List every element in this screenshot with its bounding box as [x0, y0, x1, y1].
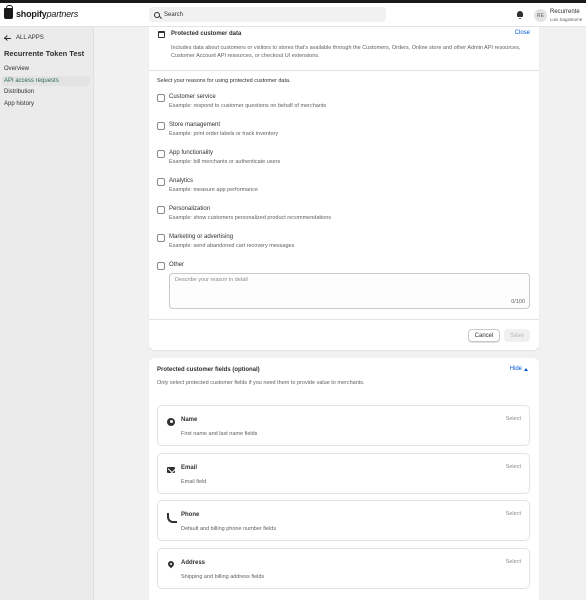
divider — [149, 70, 539, 71]
database-icon — [158, 31, 165, 38]
sidebar-item-distribution[interactable]: Distribution — [2, 87, 90, 97]
field-name: Phone — [181, 512, 200, 518]
mail-icon — [167, 466, 175, 474]
shopify-partners-logo[interactable]: shopifypartners — [4, 5, 79, 19]
protected-customer-data-card: Protected customer data Close Includes d… — [149, 27, 539, 350]
field-select-button[interactable]: Select — [506, 464, 521, 470]
divider — [149, 319, 539, 320]
reason-checkbox[interactable] — [157, 206, 165, 214]
field-card-email[interactable]: Email Email field Select — [157, 453, 530, 494]
reason-example: Example: respond to customer questions o… — [169, 103, 327, 109]
field-select-button[interactable]: Select — [506, 511, 521, 517]
card-title: Protected customer data — [171, 31, 242, 37]
app-title: Recurrente Token Test — [4, 49, 85, 58]
top-bar: shopifypartners Search RE Recurrente Lui… — [0, 3, 586, 27]
avatar[interactable]: RE — [534, 9, 547, 22]
close-link[interactable]: Close — [515, 30, 530, 36]
reason-label[interactable]: Other — [169, 262, 184, 268]
field-card-name[interactable]: Name First name and last name fields Sel… — [157, 405, 530, 446]
other-reason-textarea[interactable]: Describe your reason in detail 0/100 — [169, 273, 530, 309]
reason-checkbox[interactable] — [157, 150, 165, 158]
sidebar-item-app-history[interactable]: App history — [2, 99, 90, 109]
field-select-button[interactable]: Select — [506, 416, 521, 422]
reason-checkbox[interactable] — [157, 122, 165, 130]
character-count: 0/100 — [511, 299, 525, 305]
caret-up-icon — [524, 367, 528, 371]
logo-suffix: partners — [46, 8, 79, 19]
notification-bell-icon[interactable] — [516, 11, 524, 19]
back-link-label: ALL APPS — [16, 35, 44, 41]
arrow-left-icon — [4, 35, 12, 41]
shopify-bag-icon — [4, 5, 13, 19]
reason-label[interactable]: Store management — [169, 122, 220, 128]
reason-checkbox[interactable] — [157, 262, 165, 270]
logo-brand: shopify — [16, 8, 47, 19]
phone-icon — [167, 513, 177, 523]
reason-label[interactable]: Analytics — [169, 178, 193, 184]
field-name: Name — [181, 417, 198, 423]
reason-example: Example: print order labels or track inv… — [169, 131, 279, 137]
reason-label[interactable]: Customer service — [169, 94, 216, 100]
field-name: Address — [181, 560, 206, 566]
reason-label[interactable]: Personalization — [169, 206, 210, 212]
user-name[interactable]: Recurrente — [550, 9, 580, 15]
field-select-button[interactable]: Select — [506, 559, 521, 565]
search-input[interactable]: Search — [149, 7, 386, 22]
reason-label[interactable]: App functionality — [169, 150, 213, 156]
field-description: First name and last name fields — [181, 431, 258, 437]
location-pin-icon — [167, 561, 175, 569]
card-description: Includes data about customers or visitor… — [171, 45, 521, 59]
field-description: Default and billing phone number fields — [181, 526, 277, 532]
field-description: Email field — [181, 479, 207, 485]
field-card-phone[interactable]: Phone Default and billing phone number f… — [157, 500, 530, 541]
hide-label: Hide — [509, 366, 522, 372]
all-apps-back-link[interactable]: ALL APPS — [4, 35, 44, 41]
reason-example: Example: bill merchants or authenticate … — [169, 159, 281, 165]
fields-title: Protected customer fields (optional) — [157, 367, 260, 373]
reasons-title: Select your reasons for using protected … — [157, 78, 291, 84]
save-button[interactable]: Save — [504, 329, 530, 342]
reason-example: Example: measure app performance — [169, 187, 258, 193]
cancel-button[interactable]: Cancel — [468, 329, 500, 342]
sidebar: ALL APPS Recurrente Token Test Overview … — [0, 27, 94, 600]
search-icon — [154, 11, 160, 18]
reason-example: Example: send abandoned cart recovery me… — [169, 243, 295, 249]
hide-toggle[interactable]: Hide — [510, 366, 528, 372]
field-card-address[interactable]: Address Shipping and billing address fie… — [157, 548, 530, 589]
user-subtitle: Luis Sagastume — [550, 17, 583, 22]
fields-description: Only select protected customer fields if… — [157, 380, 365, 386]
field-name: Email — [181, 465, 198, 471]
sidebar-item-overview[interactable]: Overview — [2, 64, 90, 74]
reason-checkbox[interactable] — [157, 234, 165, 242]
reason-example: Example: show customers personalized pro… — [169, 215, 332, 221]
field-description: Shipping and billing address fields — [181, 574, 265, 580]
reason-checkbox[interactable] — [157, 94, 165, 102]
reason-checkbox[interactable] — [157, 178, 165, 186]
protected-customer-fields-card: Protected customer fields (optional) Hid… — [149, 358, 539, 600]
sidebar-item-api-access-requests[interactable]: API access requests — [2, 76, 90, 86]
search-placeholder: Search — [164, 11, 184, 18]
textarea-placeholder: Describe your reason in detail — [175, 277, 248, 283]
person-icon — [167, 418, 175, 426]
reason-label[interactable]: Marketing or advertising — [169, 234, 233, 240]
